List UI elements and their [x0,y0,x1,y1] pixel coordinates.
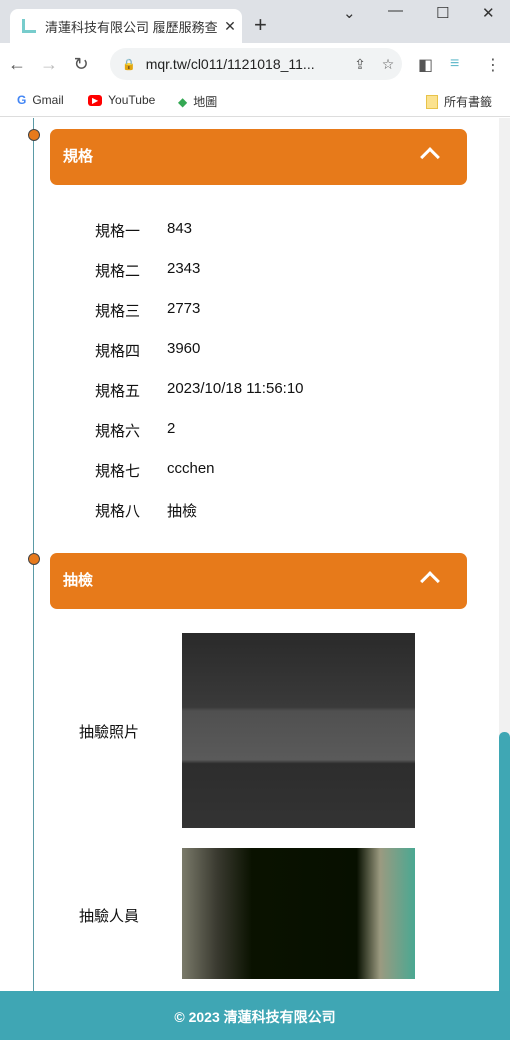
address-bar[interactable]: 🔒 mqr.tw/cl011/1121018_11... ⇪ ☆ [110,48,402,80]
reload-icon[interactable]: ↻ [66,54,96,75]
section-title: 抽檢 [63,572,94,589]
section-title: 規格 [63,148,94,165]
spec-row: 規格七 ccchen [95,460,215,480]
tab-bar: 清蓮科技有限公司 履歷服務查詢 ✕ + ⌄ — ☐ ✕ [0,0,510,43]
all-bookmarks[interactable]: 所有書籤 [426,93,492,110]
chevron-up-icon[interactable] [420,571,440,591]
maps-icon: ◆ [178,94,188,109]
inspector-photo[interactable] [182,848,415,979]
spec-row: 規格五 2023/10/18 11:56:10 [95,380,304,400]
folder-icon [426,94,438,109]
bookmarks-bar: G Gmail ▶ YouTube ◆ 地圖 所有書籤 [0,85,510,117]
site-favicon-icon [22,19,36,33]
lock-icon: 🔒 [122,58,136,71]
bookmark-maps[interactable]: ◆ 地圖 [178,93,217,110]
close-tab-icon[interactable]: ✕ [218,18,242,35]
minimize-icon[interactable]: — [388,2,403,19]
side-panel-icon[interactable]: ◧ [418,55,433,75]
spec-row: 規格八 抽檢 [95,503,198,520]
tab-title: 清蓮科技有限公司 履歷服務查詢 [45,19,218,35]
scrollbar-thumb[interactable] [499,732,510,991]
youtube-icon: ▶ [88,94,103,106]
spec-row: 規格四 3960 [95,340,201,360]
back-icon[interactable]: ← [2,54,32,75]
url-text: mqr.tw/cl011/1121018_11... [145,56,315,72]
browser-toolbar: ← → ↻ 🔒 mqr.tw/cl011/1121018_11... ⇪ ☆ ◧… [0,43,510,85]
inspection-section-header[interactable]: 抽檢 [50,553,467,609]
share-icon[interactable]: ⇪ [346,56,374,73]
close-window-icon[interactable]: ✕ [482,4,495,22]
spec-row: 規格一 843 [95,220,193,240]
bookmark-youtube[interactable]: ▶ YouTube [88,93,155,107]
bookmark-gmail[interactable]: G Gmail [17,93,64,107]
timeline-dot [28,129,40,141]
spec-section-header[interactable]: 規格 [50,129,467,185]
inspection-photo-label: 抽驗照片 [79,724,140,741]
new-tab-button[interactable]: + [254,12,267,38]
chevron-up-icon[interactable] [420,147,440,167]
footer: © 2023 清蓮科技有限公司 [0,991,510,1040]
spec-row: 規格六 2 [95,420,176,440]
spec-row: 規格二 2343 [95,260,201,280]
timeline-dot [28,553,40,565]
inspection-photo[interactable] [182,633,415,828]
scrollbar[interactable] [499,118,510,991]
forward-icon[interactable]: → [34,54,64,75]
copyright-text: © 2023 清蓮科技有限公司 [174,1009,336,1025]
inspector-label: 抽驗人員 [79,908,140,925]
star-icon[interactable]: ☆ [374,56,402,73]
browser-tab[interactable]: 清蓮科技有限公司 履歷服務查詢 ✕ [10,9,242,43]
extension-icon[interactable]: ≡ [450,55,459,73]
tab-search-icon[interactable]: ⌄ [343,4,356,22]
google-icon: G [17,93,27,107]
maximize-icon[interactable]: ☐ [436,4,449,22]
menu-icon[interactable]: ⋮ [485,55,501,75]
spec-row: 規格三 2773 [95,300,201,320]
page-content: 規格 規格一 843 規格二 2343 規格三 2773 規格四 3960 規格五 202… [0,118,499,991]
